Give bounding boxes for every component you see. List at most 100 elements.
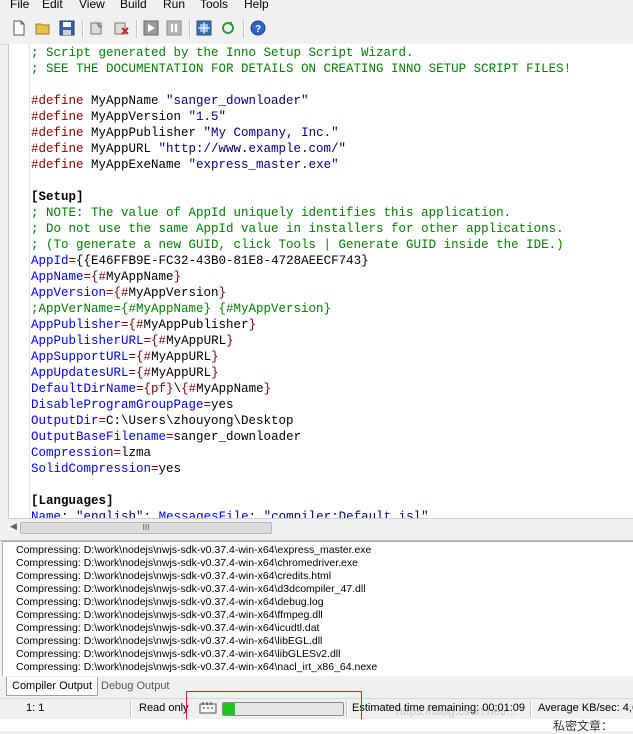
code-line[interactable]: [Languages] [31, 493, 633, 509]
code-token: : [248, 510, 264, 518]
code-area[interactable]: ; Script generated by the Inno Setup Scr… [31, 45, 633, 518]
code-line[interactable]: #define MyAppName "sanger_downloader" [31, 93, 633, 109]
script-editor[interactable]: ; Script generated by the Inno Setup Scr… [8, 44, 633, 518]
code-token: {pf} [143, 382, 174, 396]
output-line: Compressing: D:\work\nodejs\nwjs-sdk-v0.… [16, 583, 366, 595]
code-token: "http://www.example.com/" [158, 142, 347, 156]
code-token: } [248, 318, 257, 332]
code-token: = [166, 430, 174, 444]
editor-horizontal-scrollbar[interactable]: ◀ III [8, 518, 633, 536]
menu-edit[interactable]: Edit [42, 0, 63, 11]
save-icon[interactable] [58, 19, 76, 37]
open-file-icon[interactable] [34, 19, 52, 37]
toolbar-separator [243, 20, 245, 38]
tab-debug-output[interactable]: Debug Output [96, 677, 175, 695]
code-token: = [68, 254, 77, 268]
code-token: #define [31, 110, 84, 124]
setup-wizard-icon[interactable] [195, 19, 213, 37]
code-token: {# [136, 366, 152, 380]
stop-compile-icon[interactable] [112, 19, 130, 37]
code-line[interactable]: AppVersion={#MyAppVersion} [31, 285, 633, 301]
output-line: Compressing: D:\work\nodejs\nwjs-sdk-v0.… [16, 635, 323, 647]
code-line[interactable]: #define MyAppURL "http://www.example.com… [31, 141, 633, 157]
code-line[interactable]: ; NOTE: The value of AppId uniquely iden… [31, 205, 633, 221]
output-line: Compressing: D:\work\nodejs\nwjs-sdk-v0.… [16, 622, 320, 634]
tab-compiler-output[interactable]: Compiler Output [6, 677, 99, 696]
code-token: AppPublisherURL [31, 334, 144, 348]
code-token: = [106, 286, 114, 300]
code-token: AppPublisher [31, 318, 122, 332]
pause-icon[interactable] [165, 19, 183, 37]
code-line[interactable]: ; SEE THE DOCUMENTATION FOR DETAILS ON C… [31, 61, 633, 77]
code-line[interactable]: Name: "english"; MessagesFile: "compiler… [31, 509, 633, 518]
code-token: DefaultDirName [31, 382, 137, 396]
menu-build[interactable]: Build [120, 0, 147, 11]
code-token: MyAppVersion [83, 110, 189, 124]
code-token: yes [211, 398, 234, 412]
code-line[interactable]: AppName={#MyAppName} [31, 269, 633, 285]
code-token: {# [151, 334, 167, 348]
scroll-left-arrow-icon[interactable]: ◀ [10, 521, 17, 532]
code-line[interactable]: ; Do not use the same AppId value in ins… [31, 221, 633, 237]
refresh-icon[interactable] [219, 19, 237, 37]
menu-view[interactable]: View [79, 0, 105, 11]
code-line[interactable]: ; Script generated by the Inno Setup Scr… [31, 45, 633, 61]
code-line[interactable] [31, 77, 633, 93]
code-token: MyAppName [83, 94, 167, 108]
menu-file[interactable]: File [10, 0, 29, 11]
code-token: = [113, 446, 122, 460]
code-token: MyAppURL [151, 350, 212, 364]
code-token: ; (To generate a new GUID, click Tools |… [31, 238, 564, 252]
watermark: https://blog.csdn.net/... [396, 704, 517, 718]
code-token: {{E46FFB9E-FC32-43B0-81E8-4728AEECF743} [76, 254, 369, 268]
scrollbar-thumb[interactable]: III [20, 522, 272, 534]
code-token: #define [31, 126, 84, 140]
code-line[interactable]: DisableProgramGroupPage=yes [31, 397, 633, 413]
code-line[interactable] [31, 477, 633, 493]
compile-icon[interactable] [88, 19, 106, 37]
code-line[interactable]: AppPublisher={#MyAppPublisher} [31, 317, 633, 333]
menu-tools[interactable]: Tools [200, 0, 228, 11]
code-line[interactable]: AppId={{E46FFB9E-FC32-43B0-81E8-4728AEEC… [31, 253, 633, 269]
code-line[interactable]: ; (To generate a new GUID, click Tools |… [31, 237, 633, 253]
code-token: {# [91, 270, 107, 284]
code-token: [Languages] [31, 494, 114, 508]
svg-text:?: ? [255, 24, 261, 35]
code-token: #define [31, 158, 84, 172]
code-token: SolidCompression [31, 462, 152, 476]
code-line[interactable]: [Setup] [31, 189, 633, 205]
code-line[interactable]: #define MyAppPublisher "My Company, Inc.… [31, 125, 633, 141]
code-line[interactable] [31, 173, 633, 189]
menu-help[interactable]: Help [244, 0, 269, 11]
code-token: MessagesFile [158, 510, 249, 518]
code-token: ;AppVerName={#MyAppName} {#MyAppVersion} [31, 302, 332, 316]
menu-run[interactable]: Run [163, 0, 185, 11]
code-line[interactable]: OutputBaseFilename=sanger_downloader [31, 429, 633, 445]
help-icon[interactable]: ? [249, 19, 267, 37]
new-file-icon[interactable] [10, 19, 28, 37]
code-line[interactable]: ;AppVerName={#MyAppName} {#MyAppVersion} [31, 301, 633, 317]
code-line[interactable]: OutputDir=C:\Users\zhouyong\Desktop [31, 413, 633, 429]
code-line[interactable]: DefaultDirName={pf}\{#MyAppName} [31, 381, 633, 397]
code-token: } [226, 334, 234, 348]
code-line[interactable]: AppPublisherURL={#MyAppURL} [31, 333, 633, 349]
compiler-output-pane: Compressing: D:\work\nodejs\nwjs-sdk-v0.… [2, 541, 633, 678]
toolbar-separator [136, 20, 138, 38]
code-line[interactable]: AppSupportURL={#MyAppURL} [31, 349, 633, 365]
code-token: AppId [31, 254, 69, 268]
code-line[interactable]: Compression=lzma [31, 445, 633, 461]
code-token: = [128, 350, 137, 364]
code-token: {# [128, 318, 144, 332]
code-token: = [83, 270, 92, 284]
code-line[interactable]: #define MyAppVersion "1.5" [31, 109, 633, 125]
toolbar-separator [189, 20, 191, 38]
code-token: = [203, 398, 212, 412]
code-line[interactable]: AppUpdatesURL={#MyAppURL} [31, 365, 633, 381]
output-line: Compressing: D:\work\nodejs\nwjs-sdk-v0.… [16, 661, 378, 673]
run-icon[interactable] [142, 19, 160, 37]
code-token: MyAppExeName [83, 158, 189, 172]
code-line[interactable]: #define MyAppExeName "express_master.exe… [31, 157, 633, 173]
code-token: } [173, 270, 182, 284]
code-line[interactable]: SolidCompression=yes [31, 461, 633, 477]
code-token: ; NOTE: The value of AppId uniquely iden… [31, 206, 512, 220]
